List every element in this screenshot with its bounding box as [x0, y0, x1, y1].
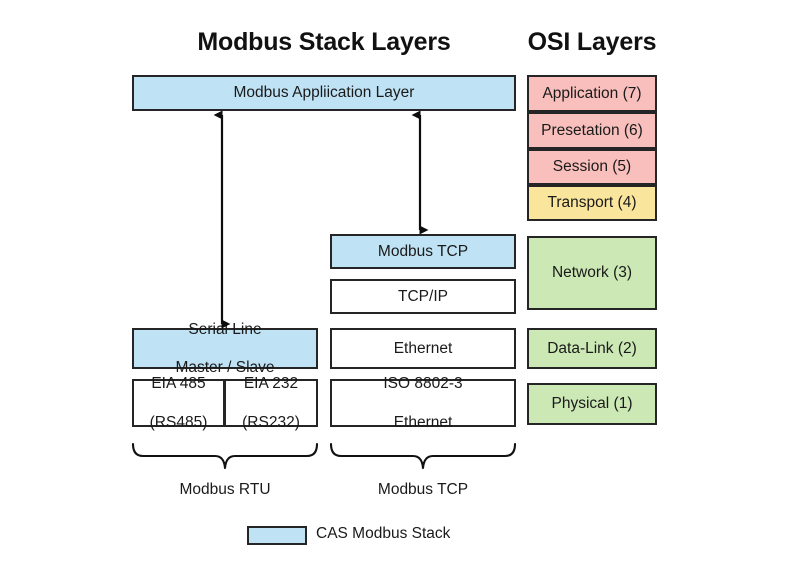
box-iso-8802-3-ethernet-line2: Ethernet — [393, 413, 453, 431]
box-eia-232-label: EIA 232 (RS232) — [226, 374, 316, 432]
box-osi-application-label: Application (7) — [542, 84, 642, 102]
brace-label-modbus-tcp: Modbus TCP — [377, 481, 469, 498]
box-osi-session: Session (5) — [527, 149, 657, 185]
box-eia-485-line1: EIA 485 — [151, 375, 206, 393]
brace-label-modbus-rtu: Modbus RTU — [179, 481, 271, 498]
brace-modbus-tcp — [329, 442, 517, 470]
box-modbus-tcp-label: Modbus TCP — [377, 242, 469, 260]
box-osi-application: Application (7) — [527, 75, 657, 112]
box-modbus-application-layer-label: Modbus Appliication Layer — [233, 84, 415, 102]
box-ethernet: Ethernet — [330, 328, 516, 369]
box-osi-transport-label: Transport (4) — [547, 194, 637, 212]
box-eia-232-line1: EIA 232 — [243, 375, 299, 393]
heading-osi-layers: OSI Layers — [527, 28, 657, 56]
box-eia-485: EIA 485 (RS485) — [132, 375, 225, 431]
box-osi-presetation-label: Presetation (6) — [541, 121, 643, 139]
box-osi-data-link: Data-Link (2) — [527, 328, 657, 369]
box-osi-physical: Physical (1) — [527, 383, 657, 425]
box-osi-transport: Transport (4) — [527, 185, 657, 221]
box-eia-232-line2: (RS232) — [242, 413, 300, 431]
box-tcp-ip-label: TCP/IP — [398, 287, 448, 305]
box-eia-485-line2: (RS485) — [149, 413, 208, 431]
legend-label-cas-modbus-stack: CAS Modbus Stack — [316, 525, 451, 542]
heading-modbus-stack-layers: Modbus Stack Layers — [197, 28, 451, 56]
box-iso-8802-3-ethernet-line1: ISO 8802-3 — [383, 375, 463, 393]
box-tcp-ip: TCP/IP — [330, 279, 516, 314]
box-osi-session-label: Session (5) — [552, 158, 632, 176]
box-modbus-tcp: Modbus TCP — [330, 234, 516, 269]
box-iso-8802-3-ethernet-label: ISO 8802-3 Ethernet — [332, 374, 514, 432]
box-ethernet-label: Ethernet — [393, 339, 453, 357]
box-iso-8802-3-ethernet: ISO 8802-3 Ethernet — [330, 375, 516, 431]
box-osi-presetation: Presetation (6) — [527, 112, 657, 149]
box-serial-line-line1: Serial Line — [188, 320, 262, 338]
box-modbus-application-layer: Modbus Appliication Layer — [132, 75, 516, 111]
box-osi-network-label: Network (3) — [551, 264, 633, 282]
box-serial-line-master-slave: Serial Line Master / Slave — [132, 321, 318, 376]
diagram-canvas: Modbus Stack Layers OSI Layers Modbus Ap… — [0, 0, 796, 565]
box-eia-232: EIA 232 (RS232) — [224, 375, 318, 431]
box-eia-485-label: EIA 485 (RS485) — [134, 374, 223, 432]
legend-swatch-cas-modbus-stack — [247, 526, 307, 545]
box-serial-line-label: Serial Line Master / Slave — [134, 320, 316, 378]
box-osi-network: Network (3) — [527, 236, 657, 310]
box-osi-data-link-label: Data-Link (2) — [547, 339, 637, 357]
brace-modbus-rtu — [131, 442, 319, 470]
box-osi-physical-label: Physical (1) — [551, 395, 633, 413]
